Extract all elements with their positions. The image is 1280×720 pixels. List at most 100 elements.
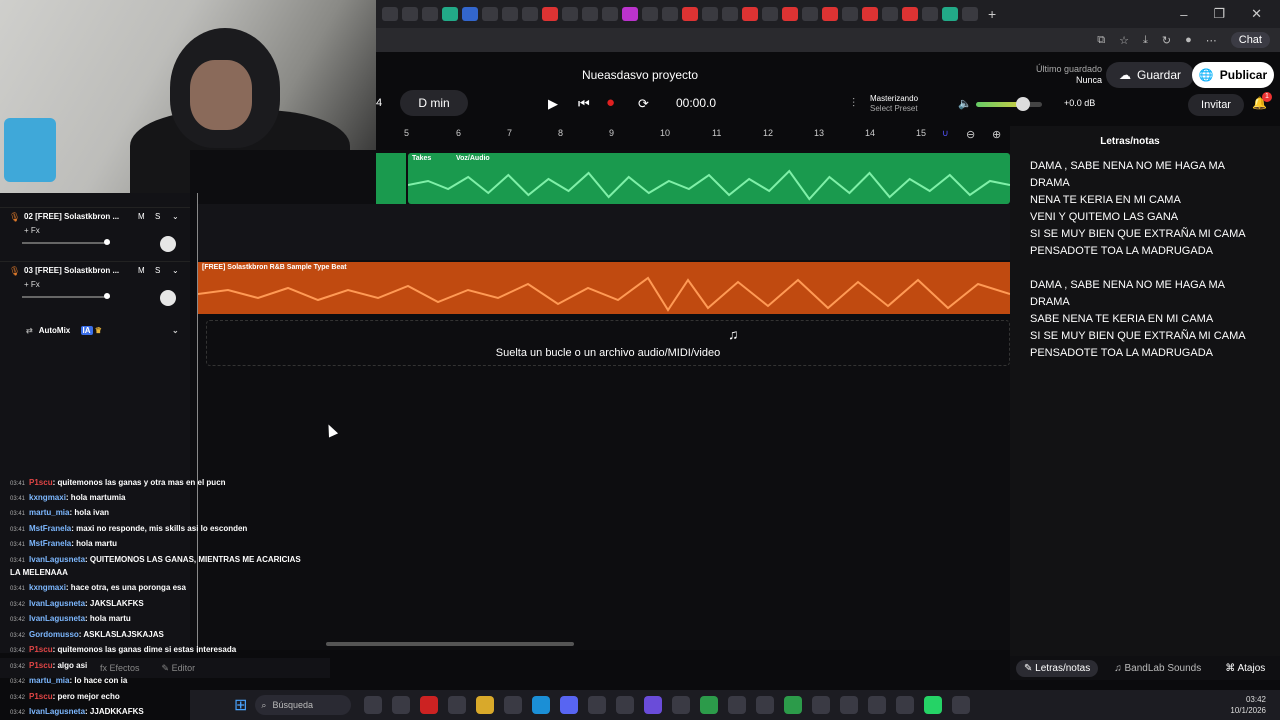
clip-beat[interactable]: [FREE] Solastkbron R&B Sample Type Beat <box>198 262 1010 314</box>
track-header[interactable]: 🎙 02 [FREE] Solastkbron ... M S ⌄ + Fx <box>0 207 190 261</box>
whatsapp-icon[interactable] <box>924 696 943 714</box>
settings-icon[interactable] <box>812 696 831 714</box>
chrome-icon[interactable] <box>700 696 719 714</box>
mastering-icon[interactable]: ⫶ <box>852 96 855 111</box>
taskbar-app-icon[interactable] <box>756 696 775 714</box>
lyric-line[interactable]: SI SE MUY BIEN QUE EXTRAÑA MI CAMA <box>1030 228 1246 240</box>
browser-tab[interactable] <box>442 7 458 21</box>
browser-tab[interactable] <box>642 7 658 21</box>
taskbar-clock[interactable]: 03:42 10/1/2026 <box>1230 694 1266 716</box>
browser-tab[interactable] <box>422 7 438 21</box>
add-fx-button[interactable]: + Fx <box>24 226 40 235</box>
zoom-out-icon[interactable]: ⊖ <box>966 128 975 141</box>
browser-tab[interactable] <box>722 7 738 21</box>
browser-tab[interactable] <box>902 7 918 21</box>
mute-button[interactable]: M <box>138 212 145 221</box>
extensions-icon[interactable]: ⧉ <box>1097 34 1105 47</box>
solo-button[interactable]: S <box>155 212 160 221</box>
key-selector[interactable]: D min <box>400 90 468 116</box>
taskbar-app-icon[interactable] <box>504 696 523 714</box>
browser-tab[interactable] <box>562 7 578 21</box>
browser-tab[interactable] <box>962 7 978 21</box>
track-volume-knob[interactable] <box>104 293 110 299</box>
loop-icon[interactable]: ⟳ <box>638 96 649 112</box>
taskbar-search[interactable]: ⌕ Búsqueda <box>255 695 352 715</box>
browser-tab[interactable] <box>602 7 618 21</box>
refresh-icon[interactable]: ↻ <box>1162 34 1171 47</box>
taskbar-app-icon[interactable] <box>392 696 411 714</box>
lyric-line[interactable]: DAMA , SABE NENA NO ME HAGA MA <box>1030 160 1225 172</box>
minimize-icon[interactable]: – <box>1180 7 1187 22</box>
taskbar-app-icon[interactable] <box>588 696 607 714</box>
maximize-icon[interactable]: ❐ <box>1213 6 1225 22</box>
discord-icon[interactable] <box>560 696 579 714</box>
folder-icon[interactable] <box>476 696 495 714</box>
download-icon[interactable]: ⤓ <box>1143 34 1148 47</box>
browser-tab[interactable] <box>782 7 798 21</box>
zoom-in-icon[interactable]: ⊕ <box>992 128 1001 141</box>
profile-avatar[interactable]: ● <box>1185 34 1192 46</box>
taskbar-app-icon[interactable] <box>952 696 971 714</box>
record-icon[interactable]: ● <box>606 94 615 111</box>
browser-tab[interactable] <box>502 7 518 21</box>
browser-tab[interactable] <box>802 7 818 21</box>
browser-tab[interactable] <box>822 7 838 21</box>
lyric-line[interactable]: VENI Y QUITEMO LAS GANA <box>1030 211 1178 223</box>
browser-tab[interactable] <box>842 7 858 21</box>
chevron-down-icon[interactable]: ⌄ <box>172 326 179 335</box>
track-lane[interactable] <box>198 204 1010 260</box>
browser-tab[interactable] <box>662 7 678 21</box>
browser-tab[interactable] <box>482 7 498 21</box>
browser-tab[interactable] <box>402 7 418 21</box>
browser-tab[interactable] <box>862 7 878 21</box>
tab-bandlab-sounds[interactable]: ♫ BandLab Sounds <box>1106 660 1209 677</box>
bars-value[interactable]: 4 <box>376 97 382 109</box>
browser-tab[interactable] <box>542 7 558 21</box>
solo-button[interactable]: S <box>155 266 160 275</box>
lyric-line[interactable]: DRAMA <box>1030 177 1070 189</box>
taskbar-app-icon[interactable] <box>448 696 467 714</box>
edge-icon[interactable] <box>532 696 551 714</box>
taskbar-app-icon[interactable] <box>840 696 859 714</box>
tab-lyrics[interactable]: ✎ Letras/notas <box>1016 659 1099 677</box>
master-volume-track[interactable] <box>976 102 1042 107</box>
browser-tab[interactable] <box>582 7 598 21</box>
taskbar-app-icon[interactable] <box>868 696 887 714</box>
close-window-icon[interactable]: ✕ <box>1251 6 1262 22</box>
chat-button[interactable]: Chat <box>1230 32 1270 48</box>
taskbar-app-icon[interactable] <box>728 696 747 714</box>
drop-zone[interactable]: Suelta un bucle o un archivo audio/MIDI/… <box>206 320 1010 366</box>
bookmark-star-icon[interactable]: ☆ <box>1119 34 1129 47</box>
lyric-line[interactable]: PENSADOTE TOA LA MADRUGADA <box>1030 347 1213 359</box>
taskbar-app-icon[interactable] <box>364 696 383 714</box>
browser-tab[interactable] <box>762 7 778 21</box>
new-tab-icon[interactable]: + <box>988 6 996 22</box>
browser-tab[interactable] <box>462 7 478 21</box>
taskbar-app-icon[interactable] <box>896 696 915 714</box>
terminal-icon[interactable] <box>672 696 691 714</box>
mastering-control[interactable]: Masterizando Select Preset <box>870 94 918 114</box>
master-volume-knob[interactable] <box>1016 97 1030 111</box>
project-title[interactable]: Nueasdasvo proyecto <box>536 68 744 82</box>
lyric-line[interactable]: DRAMA <box>1030 296 1070 308</box>
publish-button[interactable]: 🌐 Publicar <box>1192 62 1274 88</box>
chrome-icon[interactable] <box>784 696 803 714</box>
browser-tab[interactable] <box>742 7 758 21</box>
clip-voice-start[interactable] <box>376 153 406 204</box>
save-button[interactable]: ☁ Guardar <box>1106 62 1194 88</box>
timeline-ruler[interactable]: 5 6 7 8 9 10 11 12 13 14 15 ∪ ⊖ ⊕ <box>376 126 1010 150</box>
speaker-icon[interactable]: 🔈 <box>958 97 972 110</box>
lyric-line[interactable]: SI SE MUY BIEN QUE EXTRAÑA MI CAMA <box>1030 330 1246 342</box>
lyric-line[interactable]: PENSADOTE TOA LA MADRUGADA <box>1030 245 1213 257</box>
windows-start-icon[interactable]: ⊞ <box>234 695 247 715</box>
menu-dots-icon[interactable]: ⋯ <box>1206 34 1217 47</box>
taskbar-app-icon[interactable] <box>616 696 635 714</box>
browser-tab[interactable] <box>522 7 538 21</box>
lyric-line[interactable]: NENA TE KERIA EN MI CAMA <box>1030 194 1181 206</box>
invite-button[interactable]: Invitar <box>1188 94 1244 116</box>
clip-voice[interactable]: Takes Voz/Audio <box>408 153 1010 204</box>
mute-button[interactable]: M <box>138 266 145 275</box>
taskbar-app-icon[interactable] <box>420 696 439 714</box>
tab-shortcuts[interactable]: ⌘ Atajos <box>1217 660 1273 677</box>
browser-tab[interactable] <box>922 7 938 21</box>
